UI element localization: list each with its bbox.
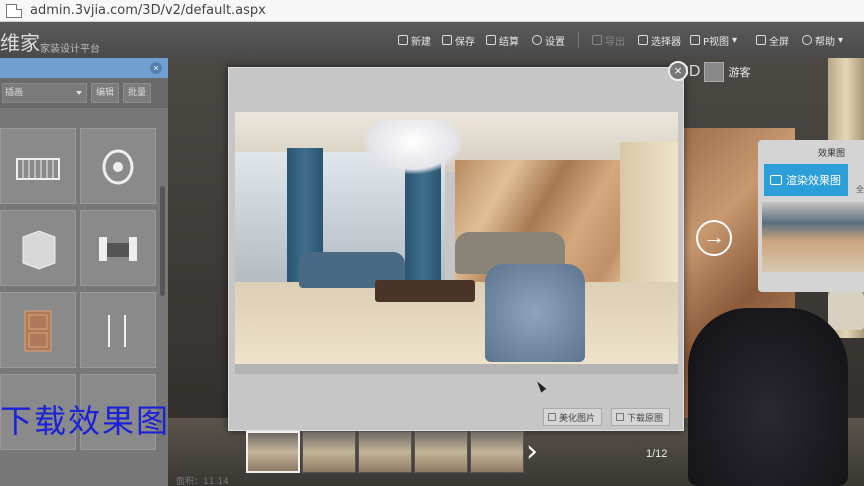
app-subtitle: 家装设计平台 <box>40 44 100 55</box>
toolbar-divider <box>578 32 579 48</box>
catalog-panel-header: × <box>0 58 168 78</box>
railing-icon <box>16 158 60 180</box>
export-button[interactable]: 导出 <box>592 31 625 49</box>
login-area: 3D 游客 <box>680 62 750 82</box>
render-thumbnail[interactable] <box>762 202 864 272</box>
area-readout: 面积：11.14 <box>176 477 229 486</box>
view-icon <box>690 35 700 45</box>
chevron-down-icon: ▾ <box>732 34 738 46</box>
close-icon[interactable]: × <box>150 62 162 74</box>
cabinet-icon <box>22 230 56 270</box>
door-icon <box>24 310 52 352</box>
settle-button[interactable]: 结算 <box>486 31 519 49</box>
gallery-thumbnail[interactable] <box>414 431 468 473</box>
save-button[interactable]: 保存 <box>442 31 475 49</box>
render-panel-title: 效果图 <box>818 149 846 159</box>
armchair <box>688 308 848 486</box>
download-icon <box>616 413 624 421</box>
chevron-down-icon: ▾ <box>838 34 844 46</box>
url-text[interactable]: admin.3vjia.com/3D/v2/default.aspx <box>30 3 266 18</box>
magic-icon <box>548 413 556 421</box>
browser-address-bar: admin.3vjia.com/3D/v2/default.aspx <box>0 0 864 22</box>
beautify-button[interactable]: 美化图片 <box>543 408 603 426</box>
catalog-item[interactable] <box>80 210 156 286</box>
render-image <box>235 112 678 364</box>
image-viewer-modal: 美化图片 下载原图 <box>228 67 684 431</box>
close-icon[interactable]: × <box>668 61 688 81</box>
catalog-toolbar: 插画 编辑 批量 <box>0 78 168 108</box>
armchair <box>485 264 585 362</box>
gallery-thumbnail[interactable] <box>302 431 356 473</box>
strip-next-button[interactable]: › <box>520 434 544 470</box>
fullscreen-button[interactable]: 全屏 <box>756 31 789 49</box>
gallery-thumbnail[interactable] <box>358 431 412 473</box>
grid-icon <box>638 35 648 45</box>
catalog-item[interactable] <box>0 210 76 286</box>
mouse-cursor-icon <box>537 379 547 393</box>
new-button[interactable]: 新建 <box>398 31 431 49</box>
catalog-item[interactable] <box>80 292 156 368</box>
app-header: 维家 家装设计平台 新建 保存 结算 设置 导出 选择器 P视图 ▾ 全屏 帮助… <box>0 22 864 58</box>
user-icon[interactable] <box>704 62 725 82</box>
render-button[interactable]: 渲染效果图 <box>764 164 848 196</box>
panel-icon <box>108 315 126 347</box>
lamp <box>828 290 864 330</box>
pview-dropdown[interactable]: P视图 ▾ <box>690 31 737 49</box>
thumbnail-strip <box>246 431 524 473</box>
download-original-button[interactable]: 下载原图 <box>611 408 671 426</box>
edit-button[interactable]: 编辑 <box>91 83 120 103</box>
chevron-down-icon <box>76 91 82 95</box>
render-panel: 效果图 渲染效果图 全 <box>758 140 864 292</box>
help-button[interactable]: 帮助 ▾ <box>802 31 843 49</box>
camera-icon <box>770 175 782 185</box>
next-image-button[interactable]: → <box>696 220 732 256</box>
settings-button[interactable]: 设置 <box>532 31 565 49</box>
catalog-item[interactable] <box>80 128 156 204</box>
batch-button[interactable]: 批量 <box>123 83 152 103</box>
page-icon <box>6 3 22 18</box>
chandelier <box>363 120 463 174</box>
overlay-caption: 下载效果图 <box>0 402 171 440</box>
selector-button[interactable]: 选择器 <box>638 31 681 49</box>
gallery-thumbnail[interactable] <box>246 431 300 473</box>
gear-icon <box>532 35 542 45</box>
logo: 维家 <box>0 31 40 55</box>
guest-label[interactable]: 游客 <box>728 64 750 80</box>
catalog-item[interactable] <box>0 292 76 368</box>
save-icon <box>442 35 452 45</box>
coffee-table <box>375 280 475 302</box>
catalog-scrollbar[interactable] <box>160 186 165 296</box>
category-select[interactable]: 插画 <box>2 83 87 103</box>
export-icon <box>592 35 602 45</box>
fullscreen-icon <box>756 35 766 45</box>
cart-icon <box>486 35 496 45</box>
gallery-thumbnail[interactable] <box>470 431 524 473</box>
dining-set-icon <box>99 237 137 261</box>
new-file-icon <box>398 35 408 45</box>
catalog-item[interactable] <box>0 128 76 204</box>
ornament-icon <box>102 149 134 185</box>
image-counter: 1/12 <box>646 448 668 460</box>
side-label: 全 <box>856 185 864 194</box>
help-icon <box>802 35 812 45</box>
image-progress-bar <box>235 364 678 374</box>
